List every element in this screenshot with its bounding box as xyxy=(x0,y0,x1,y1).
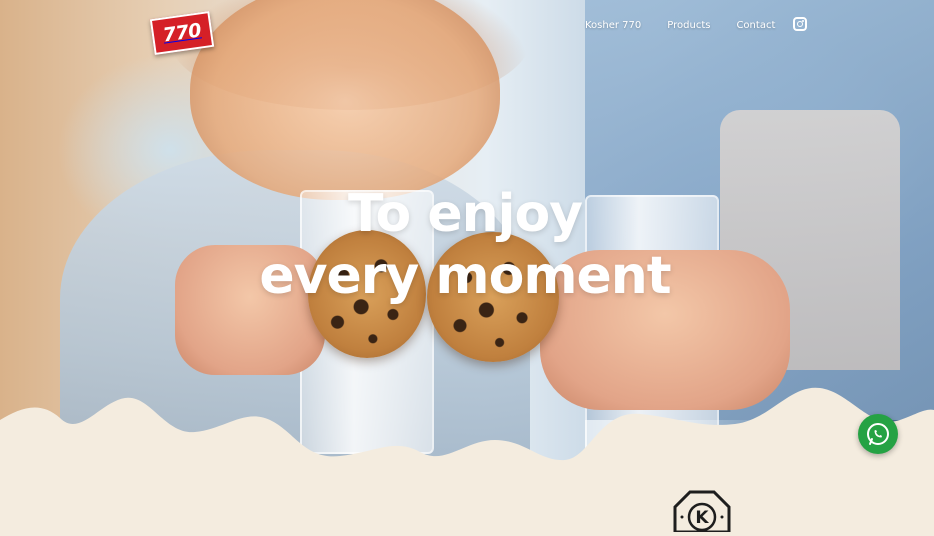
headline-line-2: every moment xyxy=(259,246,671,306)
kosher-letter: K xyxy=(695,508,709,528)
headline-line-1: To enjoy xyxy=(347,184,583,244)
whatsapp-button[interactable] xyxy=(858,414,898,454)
wave-divider xyxy=(0,387,934,532)
instagram-icon[interactable] xyxy=(793,17,807,31)
nav-link-products[interactable]: Products xyxy=(667,20,710,31)
kosher-badge: K xyxy=(673,490,731,534)
hero-photo-child-face xyxy=(190,0,500,200)
kosher-certification-icon: K xyxy=(673,490,731,534)
whatsapp-icon xyxy=(867,423,889,445)
nav-link-contact[interactable]: Contact xyxy=(736,20,775,31)
hero-headline: To enjoy every moment xyxy=(225,183,705,307)
nav-link-kosher-770[interactable]: Kosher 770 xyxy=(585,20,641,31)
brand-logo-text: 770 xyxy=(161,19,203,47)
main-nav: Kosher 770 Products Contact xyxy=(585,15,801,35)
